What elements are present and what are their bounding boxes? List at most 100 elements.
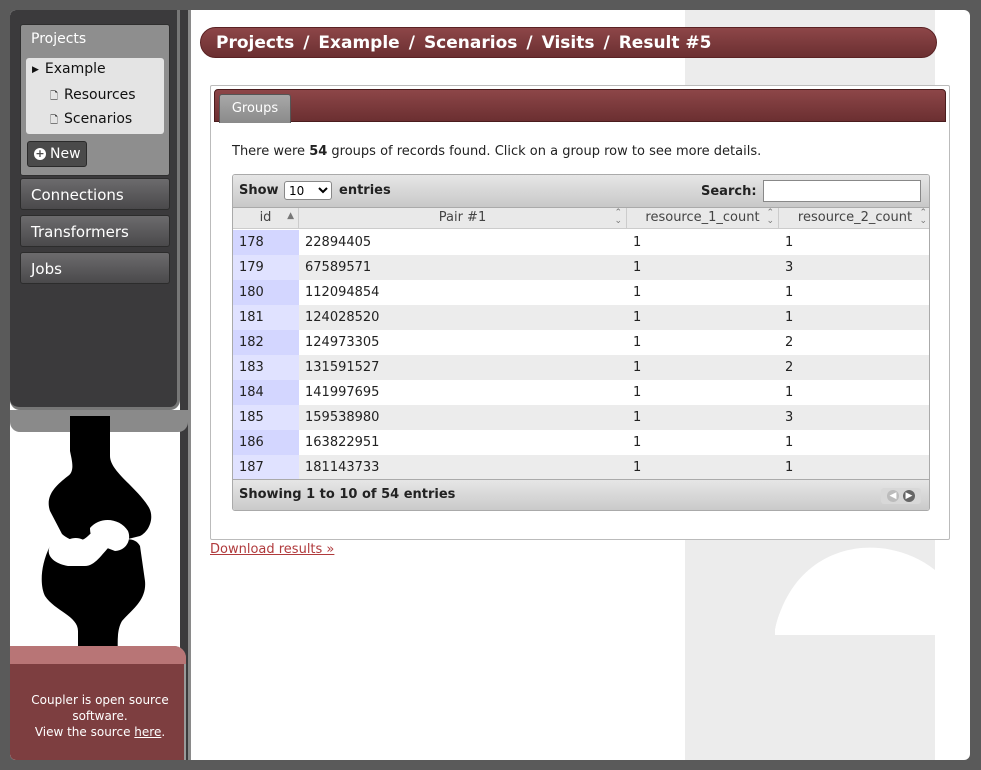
cell-pair: 131591527 [305,360,380,375]
cell-id: 181 [233,305,299,330]
table-row[interactable]: 179 67589571 1 3 [233,255,929,280]
cell-resource-2-count: 1 [785,310,794,325]
column-header-id[interactable]: id ▲ [233,208,299,229]
new-button-label: New [50,146,81,162]
breadcrumb-separator: / [408,33,415,53]
coupler-logo [41,416,152,661]
document-icon: 🗋 [50,115,59,126]
source-link[interactable]: here [134,725,161,739]
cell-pair: 124028520 [305,310,380,325]
cell-id: 186 [233,430,299,455]
footer-line1: Coupler is open source software. [31,693,169,723]
footer-line2: View the source here. [16,724,184,740]
breadcrumb-result: Result #5 [618,33,712,53]
group-count: 54 [309,144,328,159]
footer-band [10,646,186,664]
content-panel: Groups There were 54 groups of records f… [210,85,950,540]
tab-groups[interactable]: Groups [219,94,291,123]
cell-id: 185 [233,405,299,430]
sidebar: Projects ▶ Example 🗋 Resources 🗋 Scenarios … [10,10,191,760]
show-label: Show [239,183,279,198]
table-row[interactable]: 185 159538980 1 3 [233,405,929,430]
table-footer: Showing 1 to 10 of 54 entries ◀ ▶ [233,479,929,510]
project-item-label: Scenarios [64,111,133,127]
table-row[interactable]: 180 112094854 1 1 [233,280,929,305]
previous-page-icon[interactable]: ◀ [887,490,899,502]
table-row[interactable]: 181 124028520 1 1 [233,305,929,330]
cell-pair: 181143733 [305,460,380,475]
cell-id: 179 [233,255,299,280]
breadcrumb: Projects / Example / Scenarios / Visits / Result… [200,27,937,58]
cell-resource-2-count: 2 [785,360,794,375]
info-text: There were 54 groups of records found. C… [232,144,761,159]
project-item-resources[interactable]: 🗋 Resources [50,87,136,106]
cell-id: 178 [233,230,299,255]
entries-select[interactable]: 10 [284,181,332,200]
table-row[interactable]: 186 163822951 1 1 [233,430,929,455]
breadcrumb-separator: / [603,33,610,53]
project-item-label: Example [44,61,106,77]
next-page-icon[interactable]: ▶ [903,490,915,502]
project-item-scenarios[interactable]: 🗋 Scenarios [50,111,132,130]
cell-resource-1-count: 1 [633,285,642,300]
entries-label: entries [339,183,391,198]
sort-both-icon: ⌃ ⌄ [766,208,774,226]
breadcrumb-scenarios[interactable]: Scenarios [424,33,517,53]
cell-pair: 112094854 [305,285,380,300]
footer-line2-text: View the source [34,725,131,739]
cell-pair: 159538980 [305,410,380,425]
plus-icon: + [34,147,46,160]
projects-title[interactable]: Projects [21,25,169,55]
table-row[interactable]: 184 141997695 1 1 [233,380,929,405]
sort-asc-icon: ▲ [287,211,294,221]
cell-resource-2-count: 1 [785,285,794,300]
table-status: Showing 1 to 10 of 54 entries [239,487,456,502]
document-icon: 🗋 [50,91,59,102]
cell-resource-1-count: 1 [633,460,642,475]
breadcrumb-example[interactable]: Example [318,33,399,53]
nav-transformers[interactable]: Transformers [20,215,170,247]
column-header-resource-1[interactable]: resource_1_count ⌃ ⌄ [627,208,779,229]
nav-jobs[interactable]: Jobs [20,252,170,284]
table-row[interactable]: 183 131591527 1 2 [233,355,929,380]
column-header-resource-2[interactable]: resource_2_count ⌃ ⌄ [779,208,929,229]
table-row[interactable]: 182 124973305 1 2 [233,330,929,355]
footer-text: Coupler is open source software. View th… [16,692,184,740]
cell-id: 180 [233,280,299,305]
table-row[interactable]: 178 22894405 1 1 [233,230,929,255]
breadcrumb-visits[interactable]: Visits [542,33,595,53]
sort-both-icon: ⌃ ⌄ [614,208,622,226]
tab-bar: Groups [214,89,946,123]
cell-resource-1-count: 1 [633,385,642,400]
groups-table: Show 10 entries Search: id ▲ Pair #1 ⌃ ⌄ … [232,174,930,511]
search-input[interactable] [763,180,921,202]
cell-pair: 67589571 [305,260,372,275]
column-header-pair[interactable]: Pair #1 ⌃ ⌄ [299,208,627,229]
project-item-example[interactable]: ▶ Example [32,61,106,77]
new-project-button[interactable]: + New [27,141,87,167]
table-toolbar: Show 10 entries Search: [233,175,929,208]
column-header-label: resource_1_count [645,210,760,225]
table-row[interactable]: 187 181143733 1 1 [233,455,929,480]
cell-pair: 124973305 [305,335,380,350]
breadcrumb-projects[interactable]: Projects [216,33,294,53]
download-results-link[interactable]: Download results » [210,542,334,557]
cell-pair: 22894405 [305,235,372,250]
projects-box: Projects ▶ Example 🗋 Resources 🗋 Scenarios … [20,24,170,176]
cell-resource-2-count: 1 [785,460,794,475]
nav-connections[interactable]: Connections [20,178,170,210]
triangle-right-icon: ▶ [32,65,39,75]
cell-resource-2-count: 1 [785,435,794,450]
cell-resource-1-count: 1 [633,260,642,275]
cell-resource-2-count: 3 [785,410,794,425]
info-suffix: groups of records found. Click on a grou… [327,144,762,159]
cell-resource-1-count: 1 [633,235,642,250]
info-prefix: There were [232,144,310,159]
cell-resource-2-count: 3 [785,260,794,275]
pagination: ◀ ▶ [881,488,921,504]
column-header-label: id [259,210,272,225]
cell-resource-2-count: 1 [785,385,794,400]
project-item-label: Resources [64,87,136,103]
table-header: id ▲ Pair #1 ⌃ ⌄ resource_1_count ⌃ ⌄ reso… [233,208,929,229]
cell-pair: 163822951 [305,435,380,450]
